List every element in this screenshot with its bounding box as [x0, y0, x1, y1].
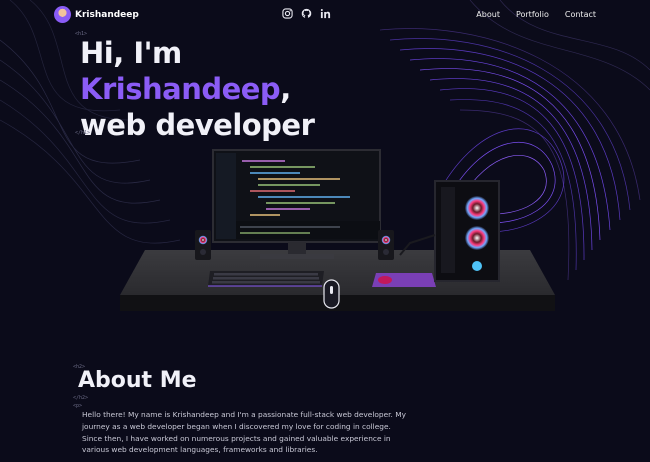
instagram-icon[interactable]	[282, 8, 293, 19]
hero-name-comma: ,	[280, 72, 291, 106]
hero-name: Krishandeep	[80, 72, 281, 106]
hero-heading: Hi, I'm Krishandeep, web developer	[80, 35, 315, 143]
nav-link-about[interactable]: About	[476, 10, 500, 19]
p-open-tag: <p>	[73, 403, 83, 409]
desk-setup-3d-illustration	[120, 149, 555, 311]
hero-line-greeting: Hi, I'm	[80, 36, 182, 70]
brand[interactable]: Krishandeep	[54, 6, 139, 23]
hero-line-name: Krishandeep,	[80, 71, 314, 107]
about-paragraph: Hello there! My name is Krishandeep and …	[82, 410, 406, 455]
nav-links: About Portfolio Contact	[476, 10, 596, 19]
h2-close-tag: </h2>	[73, 395, 89, 401]
h1-close-tag: </h1>	[75, 130, 91, 136]
nav-link-contact[interactable]: Contact	[565, 10, 596, 19]
brand-name[interactable]: Krishandeep	[75, 10, 139, 20]
top-navbar: Krishandeep About Portfolio Contact	[0, 0, 650, 30]
about-title: About Me	[78, 368, 197, 393]
avatar	[54, 6, 71, 23]
social-links	[282, 8, 331, 19]
github-icon[interactable]	[301, 8, 312, 19]
hero-line-role: web developer	[80, 108, 315, 142]
nav-link-portfolio[interactable]: Portfolio	[516, 10, 549, 19]
linkedin-icon[interactable]	[320, 8, 331, 19]
